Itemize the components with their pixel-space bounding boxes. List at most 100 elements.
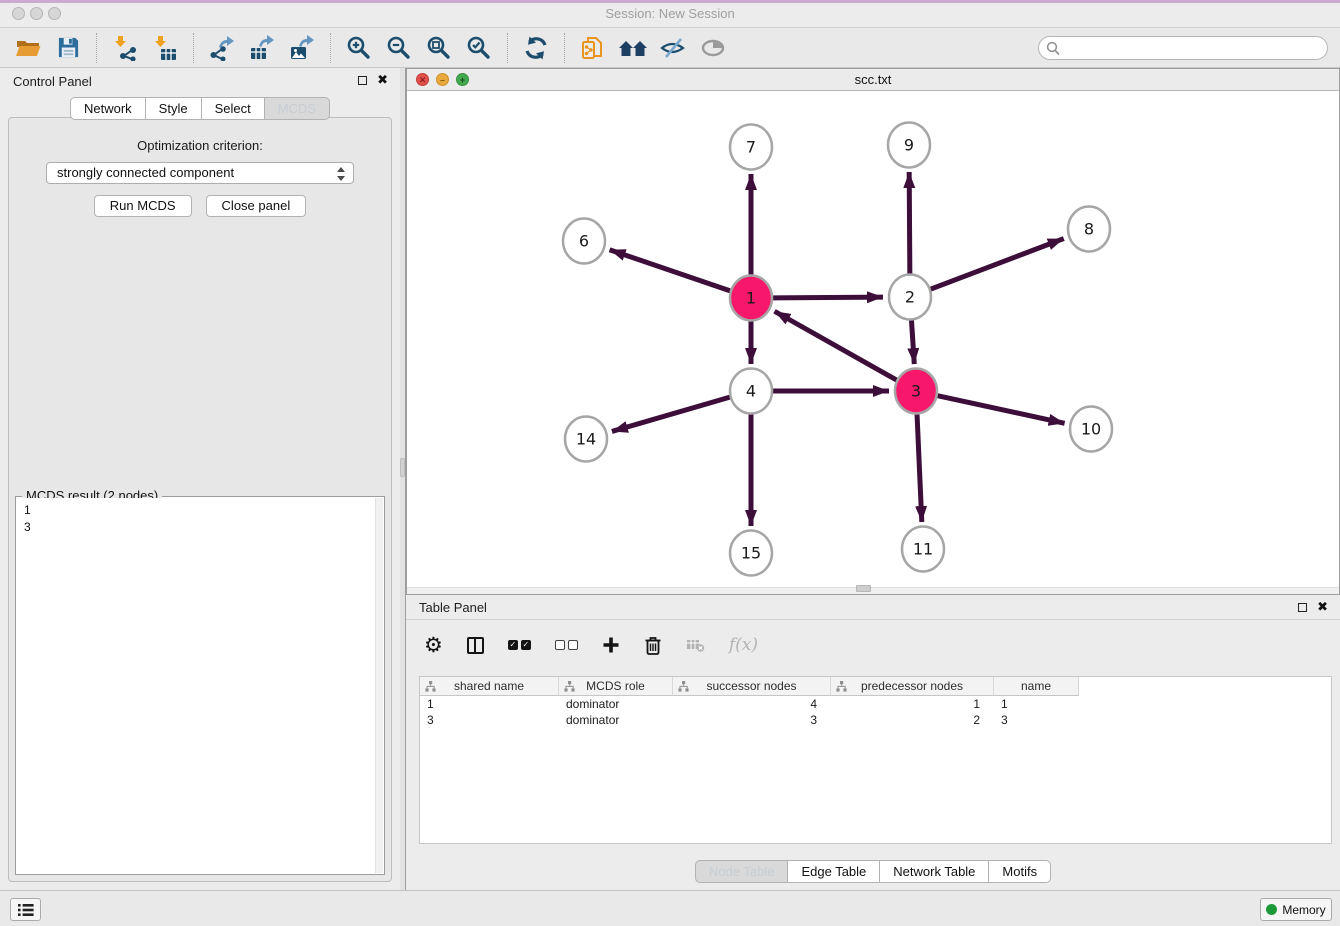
tab-motifs[interactable]: Motifs: [989, 860, 1051, 883]
table-row[interactable]: 1dominator411: [420, 696, 1331, 712]
node-9[interactable]: 9: [888, 123, 930, 168]
import-network-button[interactable]: [108, 32, 142, 64]
node-15[interactable]: 15: [730, 531, 772, 576]
horizontal-splitter-grip[interactable]: [856, 585, 871, 592]
zoom-in-button[interactable]: [342, 32, 376, 64]
table-cell[interactable]: dominator: [559, 696, 673, 712]
run-mcds-button[interactable]: Run MCDS: [94, 195, 192, 217]
refresh-icon: [523, 35, 549, 61]
home-button[interactable]: [616, 32, 650, 64]
save-button[interactable]: [51, 32, 85, 64]
table-cell[interactable]: 1: [994, 696, 1079, 712]
import-table-button[interactable]: [148, 32, 182, 64]
node-6[interactable]: 6: [563, 219, 605, 264]
tab-edge-table[interactable]: Edge Table: [788, 860, 880, 883]
edge-2-3[interactable]: [911, 319, 914, 364]
search-field[interactable]: [1038, 36, 1328, 60]
delete-column-button[interactable]: [644, 635, 662, 656]
svg-text:7: 7: [746, 138, 756, 157]
float-panel-icon[interactable]: [1298, 603, 1307, 612]
preview-button[interactable]: [696, 32, 730, 64]
memory-label: Memory: [1282, 903, 1325, 917]
network-bottom-splitter[interactable]: [407, 587, 1339, 594]
toolbar-separator: [507, 33, 508, 63]
toggle-column-panel-button[interactable]: [467, 637, 484, 654]
edge-3-11[interactable]: [917, 413, 922, 522]
tab-network-table[interactable]: Network Table: [880, 860, 989, 883]
network-canvas[interactable]: 7 9 6 8 1 2 4 3 14 10 15 11: [407, 91, 1339, 588]
close-panel-icon[interactable]: ✖: [377, 72, 388, 88]
table-row[interactable]: 3dominator323: [420, 712, 1331, 728]
table-cell[interactable]: 4: [673, 696, 831, 712]
node-1[interactable]: 1: [730, 276, 772, 321]
column-header-predecessor-nodes[interactable]: predecessor nodes: [831, 677, 994, 696]
result-scrollbar[interactable]: [375, 498, 383, 873]
node-11[interactable]: 11: [902, 527, 944, 572]
edge-4-14[interactable]: [612, 397, 730, 431]
edge-2-8[interactable]: [931, 239, 1064, 290]
control-panel-title: Control Panel: [13, 74, 92, 89]
edge-1-6[interactable]: [610, 250, 731, 291]
table-cell[interactable]: 3: [420, 712, 559, 728]
edge-3-1[interactable]: [775, 311, 897, 380]
memory-button[interactable]: Memory: [1260, 898, 1332, 921]
svg-text:8: 8: [1084, 220, 1094, 239]
network-window-title: scc.txt: [407, 72, 1339, 87]
table-cell[interactable]: 3: [673, 712, 831, 728]
table-cell[interactable]: dominator: [559, 712, 673, 728]
criterion-dropdown[interactable]: strongly connected component: [46, 162, 354, 184]
open-button[interactable]: [11, 32, 45, 64]
select-all-button[interactable]: ✓ ✓: [508, 640, 531, 650]
column-header-successor-nodes[interactable]: successor nodes: [673, 677, 831, 696]
tab-select[interactable]: Select: [202, 97, 265, 120]
refresh-button[interactable]: [519, 32, 553, 64]
clone-network-button[interactable]: [576, 32, 610, 64]
node-table: shared nameMCDS rolesuccessor nodesprede…: [419, 676, 1332, 844]
edge-1-2[interactable]: [773, 297, 883, 298]
table-cell[interactable]: 1: [831, 696, 994, 712]
node-14[interactable]: 14: [565, 417, 607, 462]
deselect-all-button[interactable]: [555, 640, 578, 650]
column-header-shared-name[interactable]: shared name: [420, 677, 559, 696]
search-input[interactable]: [1065, 38, 1320, 58]
splitter-grip[interactable]: [400, 458, 405, 477]
zoom-fit-button[interactable]: [422, 32, 456, 64]
tab-mcds[interactable]: MCDS: [265, 97, 330, 120]
zoom-out-button[interactable]: [382, 32, 416, 64]
close-panel-icon[interactable]: ✖: [1317, 599, 1328, 615]
node-7[interactable]: 7: [730, 125, 772, 170]
node-10[interactable]: 10: [1070, 407, 1112, 452]
column-header-MCDS-role[interactable]: MCDS role: [559, 677, 673, 696]
node-3[interactable]: 3: [895, 369, 937, 414]
svg-text:4: 4: [746, 382, 756, 401]
close-panel-button[interactable]: Close panel: [206, 195, 307, 217]
hierarchy-icon: [425, 681, 436, 692]
export-image-button[interactable]: [285, 32, 319, 64]
tab-network[interactable]: Network: [70, 97, 146, 120]
export-table-button[interactable]: [245, 32, 279, 64]
table-cell[interactable]: 3: [994, 712, 1079, 728]
float-panel-icon[interactable]: [358, 76, 367, 85]
mcds-result-list[interactable]: 13: [17, 498, 383, 873]
edge-2-9[interactable]: [909, 172, 910, 275]
add-column-button[interactable]: [602, 636, 620, 654]
column-header-name[interactable]: name: [994, 677, 1079, 696]
export-network-button[interactable]: [205, 32, 239, 64]
import-network-icon: [112, 35, 138, 61]
plus-icon: [602, 636, 620, 654]
function-builder-button[interactable]: f(x): [729, 635, 758, 655]
task-history-button[interactable]: [10, 898, 41, 921]
vizmapper-toggle-button[interactable]: [656, 32, 690, 64]
tab-style[interactable]: Style: [146, 97, 202, 120]
table-cell[interactable]: 1: [420, 696, 559, 712]
edge-3-10[interactable]: [937, 396, 1064, 424]
zoom-selected-button[interactable]: [462, 32, 496, 64]
node-4[interactable]: 4: [730, 369, 772, 414]
tab-node-table[interactable]: Node Table: [695, 860, 789, 883]
delete-table-button[interactable]: [686, 637, 705, 653]
table-settings-button[interactable]: ⚙: [424, 635, 443, 655]
network-graph[interactable]: 7 9 6 8 1 2 4 3 14 10 15 11: [407, 91, 1339, 588]
table-cell[interactable]: 2: [831, 712, 994, 728]
node-2[interactable]: 2: [889, 275, 931, 320]
node-8[interactable]: 8: [1068, 207, 1110, 252]
